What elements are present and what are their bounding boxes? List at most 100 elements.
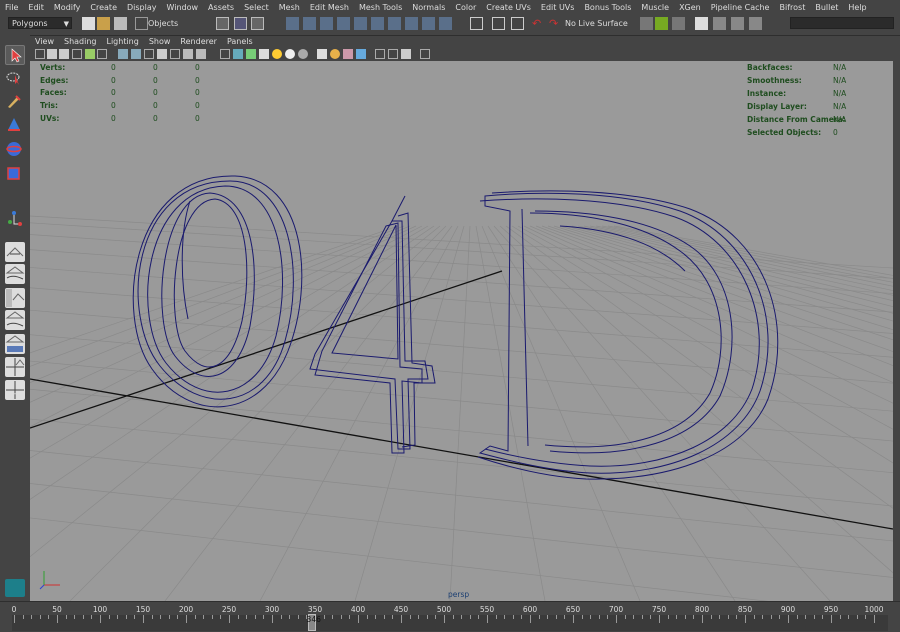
- use-all-lights-icon[interactable]: [272, 49, 282, 59]
- smooth-shade-icon[interactable]: [233, 49, 243, 59]
- hypershade-icon[interactable]: [439, 17, 452, 30]
- save-scene-icon[interactable]: [114, 17, 127, 30]
- panel-menu-lighting[interactable]: Lighting: [101, 37, 143, 46]
- menu-xgen[interactable]: XGen: [674, 3, 706, 12]
- camera-layout-icon[interactable]: [420, 49, 430, 59]
- motion-blur-icon[interactable]: [330, 49, 340, 59]
- menu-select[interactable]: Select: [239, 3, 274, 12]
- panel-menu-view[interactable]: View: [30, 37, 59, 46]
- selection-mode-icon[interactable]: [135, 17, 148, 30]
- rotate-tool-button[interactable]: [5, 140, 25, 160]
- input-ops-icon[interactable]: [492, 17, 505, 30]
- render-sequence-icon[interactable]: [672, 17, 685, 30]
- snap-to-view-plane-icon[interactable]: [337, 17, 350, 30]
- select-by-hierarchy-icon[interactable]: [216, 17, 229, 30]
- menu-mesh[interactable]: Mesh: [274, 3, 305, 12]
- menu-normals[interactable]: Normals: [407, 3, 450, 12]
- menu-bullet[interactable]: Bullet: [810, 3, 843, 12]
- menu-edit-mesh[interactable]: Edit Mesh: [305, 3, 354, 12]
- layout-persp-outliner-button[interactable]: [5, 288, 25, 308]
- universal-manipulator-button[interactable]: [5, 210, 25, 230]
- viewport-canvas[interactable]: [30, 61, 893, 601]
- paint-select-tool-button[interactable]: [5, 92, 25, 112]
- grease-pencil-icon[interactable]: [97, 49, 107, 59]
- lasso-tool-button[interactable]: [5, 69, 25, 89]
- depth-of-field-icon[interactable]: [356, 49, 366, 59]
- safe-title-icon[interactable]: [196, 49, 206, 59]
- grid-toggle-icon[interactable]: [118, 49, 128, 59]
- anti-aliasing-icon[interactable]: [343, 49, 353, 59]
- menu-color[interactable]: Color: [450, 3, 481, 12]
- panel-menu-shading[interactable]: Shading: [59, 37, 102, 46]
- snap-to-grid-icon[interactable]: [286, 17, 299, 30]
- scale-tool-button[interactable]: [5, 164, 25, 184]
- menu-edit[interactable]: Edit: [23, 3, 49, 12]
- xray-joints-icon[interactable]: [388, 49, 398, 59]
- menu-create-uvs[interactable]: Create UVs: [481, 3, 536, 12]
- search-input[interactable]: [790, 17, 894, 29]
- layout-persp-hypershade-button[interactable]: [5, 334, 25, 354]
- image-plane-icon[interactable]: [72, 49, 82, 59]
- layout-persp-graph-button[interactable]: [5, 264, 25, 284]
- layout-four-view-button[interactable]: [5, 357, 25, 377]
- time-slider[interactable]: 0 50 100 150 200 250 300 350 400 450 500 550 600 650 7…: [0, 601, 900, 632]
- menu-pipeline-cache[interactable]: Pipeline Cache: [706, 3, 775, 12]
- film-gate-icon[interactable]: [131, 49, 141, 59]
- tool-settings-icon[interactable]: [713, 17, 726, 30]
- field-chart-icon[interactable]: [170, 49, 180, 59]
- 2d-pan-zoom-icon[interactable]: [85, 49, 95, 59]
- select-tool-button[interactable]: [5, 45, 25, 65]
- menu-edit-uvs[interactable]: Edit UVs: [536, 3, 580, 12]
- menu-help[interactable]: Help: [843, 3, 871, 12]
- menu-display[interactable]: Display: [122, 3, 162, 12]
- safe-action-icon[interactable]: [183, 49, 193, 59]
- select-by-component-icon[interactable]: [251, 17, 264, 30]
- snap-to-curve-icon[interactable]: [303, 17, 316, 30]
- move-tool-button[interactable]: [5, 116, 25, 136]
- menu-assets[interactable]: Assets: [203, 3, 239, 12]
- panel-menu-renderer[interactable]: Renderer: [175, 37, 222, 46]
- attribute-editor-icon[interactable]: [695, 17, 708, 30]
- wireframe-icon[interactable]: [220, 49, 230, 59]
- render-view-icon[interactable]: [640, 17, 653, 30]
- render-current-frame-icon[interactable]: [655, 17, 668, 30]
- viewport-persp[interactable]: Verts: 0 0 0 Edges: 0 0 0 Faces: 0 0 0 Tris: 0 0 0 UVs: 0…: [30, 61, 893, 601]
- select-by-object-type-icon[interactable]: [234, 17, 247, 30]
- live-surface-icon[interactable]: ↷: [549, 17, 562, 30]
- mode-selector[interactable]: Polygons ▼: [8, 17, 72, 29]
- select-camera-icon[interactable]: [35, 49, 45, 59]
- isolate-select-icon[interactable]: [375, 49, 385, 59]
- construction-history-icon[interactable]: [470, 17, 483, 30]
- open-scene-icon[interactable]: [97, 17, 110, 30]
- ambient-occlusion-icon[interactable]: [317, 49, 327, 59]
- output-ops-icon[interactable]: [511, 17, 524, 30]
- camera-attributes-icon[interactable]: [47, 49, 57, 59]
- menu-muscle[interactable]: Muscle: [636, 3, 674, 12]
- menu-bifrost[interactable]: Bifrost: [774, 3, 810, 12]
- snap-to-point-icon[interactable]: [320, 17, 333, 30]
- layout-options-button[interactable]: -: [5, 389, 25, 403]
- menu-file[interactable]: File: [0, 3, 23, 12]
- xray-active-components-icon[interactable]: [401, 49, 411, 59]
- resolution-gate-icon[interactable]: [144, 49, 154, 59]
- ipr-render-icon[interactable]: [405, 17, 418, 30]
- wireframe-on-shaded-icon[interactable]: [246, 49, 256, 59]
- new-scene-icon[interactable]: [82, 17, 95, 30]
- menu-modify[interactable]: Modify: [49, 3, 86, 12]
- menu-bonus-tools[interactable]: Bonus Tools: [579, 3, 636, 12]
- render-settings-icon[interactable]: [422, 17, 435, 30]
- xray-icon[interactable]: [298, 49, 308, 59]
- layout-persp-uv-button[interactable]: [5, 310, 25, 330]
- panel-menu-show[interactable]: Show: [144, 37, 176, 46]
- panel-menu-panels[interactable]: Panels: [222, 37, 258, 46]
- shadows-icon[interactable]: [285, 49, 295, 59]
- layout-single-pane-button[interactable]: [5, 242, 25, 262]
- menu-mesh-tools[interactable]: Mesh Tools: [354, 3, 407, 12]
- textured-icon[interactable]: [259, 49, 269, 59]
- bookmarks-icon[interactable]: [59, 49, 69, 59]
- undo-icon[interactable]: ↶: [532, 17, 545, 30]
- make-live-icon[interactable]: [354, 17, 367, 30]
- history-icon[interactable]: [371, 17, 384, 30]
- channel-box-icon[interactable]: [731, 17, 744, 30]
- menu-create[interactable]: Create: [85, 3, 122, 12]
